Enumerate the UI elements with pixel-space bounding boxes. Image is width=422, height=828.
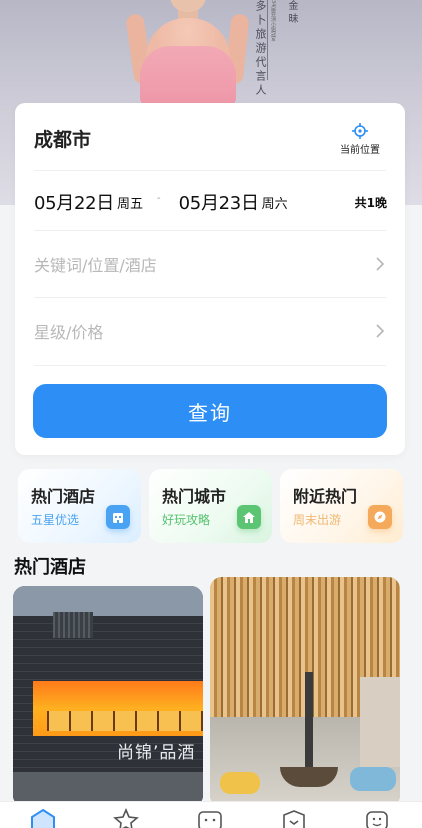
star-price-field[interactable]: 星级/价格: [34, 317, 385, 345]
checkin-weekday: 周五: [117, 196, 144, 212]
category-title: 附近热门: [293, 487, 358, 506]
hotel-sign: 尚锦’品酒: [117, 743, 196, 763]
banner-caption: 34届亚洲小姐冠军: [270, 0, 276, 42]
city-selector[interactable]: 成都市: [34, 125, 91, 152]
tab-favorites[interactable]: [112, 808, 140, 828]
category-title: 热门城市: [162, 487, 227, 506]
spokesperson-image: [125, 0, 250, 110]
category-title: 热门酒店: [31, 487, 96, 506]
tab-orders[interactable]: [280, 808, 308, 828]
date-separator: -: [157, 192, 161, 204]
checkout-weekday: 周六: [261, 196, 288, 212]
divider: [34, 170, 386, 171]
chevron-right-icon: [376, 324, 385, 338]
checkin-date[interactable]: 05月22日: [34, 189, 114, 215]
compass-icon: [368, 505, 392, 529]
hotel-card[interactable]: [210, 577, 400, 807]
keyword-field[interactable]: 关键词/位置/酒店: [34, 250, 385, 278]
bottom-tab-bar: [0, 801, 422, 828]
chevron-right-icon: [376, 257, 385, 271]
locate-icon: [352, 123, 368, 139]
hotel-search-card: 成都市 当前位置 05月22日 周五 - 05月23日 周六 共1晚 关键词/位…: [15, 103, 405, 455]
category-subtitle: 周末出游: [293, 513, 342, 527]
tab-home[interactable]: [29, 808, 57, 828]
hotel-icon: [106, 505, 130, 529]
keyword-placeholder: 关键词/位置/酒店: [34, 256, 157, 275]
category-hot-cities[interactable]: 热门城市 好玩攻略: [149, 469, 272, 543]
city-icon: [237, 505, 261, 529]
current-location-label: 当前位置: [340, 145, 380, 156]
hotel-card[interactable]: 尚锦’品酒: [13, 586, 203, 807]
shield-icon: [283, 810, 305, 828]
category-hot-hotels[interactable]: 热门酒店 五星优选: [18, 469, 141, 543]
banner-name: 金昧: [286, 0, 297, 26]
star-price-placeholder: 星级/价格: [34, 323, 104, 342]
category-subtitle: 好玩攻略: [162, 513, 211, 527]
current-location-button[interactable]: 当前位置: [335, 123, 385, 156]
category-nearby[interactable]: 附近热门 周末出游: [280, 469, 403, 543]
divider: [34, 365, 386, 366]
profile-icon: [366, 811, 388, 828]
message-icon: [198, 811, 222, 828]
section-title-hot-hotels: 热门酒店: [14, 557, 86, 578]
checkout-date[interactable]: 05月23日: [179, 189, 259, 215]
tab-profile[interactable]: [363, 808, 391, 828]
banner-slogan: 多卜旅游代言人: [254, 0, 267, 98]
banner-divider: [267, 0, 268, 80]
nights-count: 共1晚: [354, 195, 387, 210]
date-range-selector[interactable]: 05月22日 周五 - 05月23日 周六 共1晚: [34, 187, 387, 217]
star-icon: [113, 808, 139, 828]
home-icon: [31, 808, 55, 828]
tab-messages[interactable]: [196, 808, 224, 828]
query-button[interactable]: 查询: [33, 384, 387, 438]
divider: [34, 297, 386, 298]
divider: [34, 230, 386, 231]
category-subtitle: 五星优选: [31, 513, 80, 527]
